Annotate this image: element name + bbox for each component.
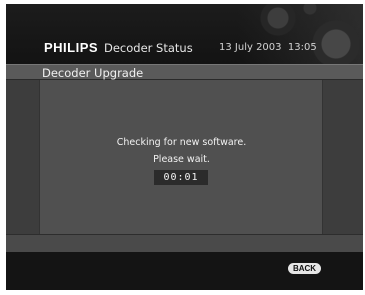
section-title: Decoder Upgrade bbox=[42, 66, 144, 80]
right-panel bbox=[322, 80, 363, 234]
tv-screen: PHILIPS Decoder Status 13 July 2003 13:0… bbox=[6, 4, 363, 290]
date-time: 13 July 2003 13:05 bbox=[219, 42, 317, 53]
wait-message: Please wait. bbox=[153, 154, 210, 165]
bottom-divider bbox=[6, 234, 363, 252]
footer-bar: BACK bbox=[6, 252, 363, 290]
section-header: Decoder Upgrade bbox=[6, 64, 363, 80]
brand-logo: PHILIPS bbox=[44, 40, 99, 55]
page-title: Decoder Status bbox=[104, 41, 193, 55]
message-panel: Checking for new software. Please wait. … bbox=[40, 80, 323, 234]
content-area: Checking for new software. Please wait. … bbox=[6, 80, 363, 234]
header-bar: PHILIPS Decoder Status 13 July 2003 13:0… bbox=[6, 4, 363, 64]
elapsed-timer: 00:01 bbox=[154, 170, 208, 185]
back-button[interactable]: BACK bbox=[288, 263, 321, 274]
gear-decoration-icon bbox=[238, 4, 363, 64]
left-panel bbox=[6, 80, 40, 234]
status-message: Checking for new software. bbox=[116, 137, 247, 148]
